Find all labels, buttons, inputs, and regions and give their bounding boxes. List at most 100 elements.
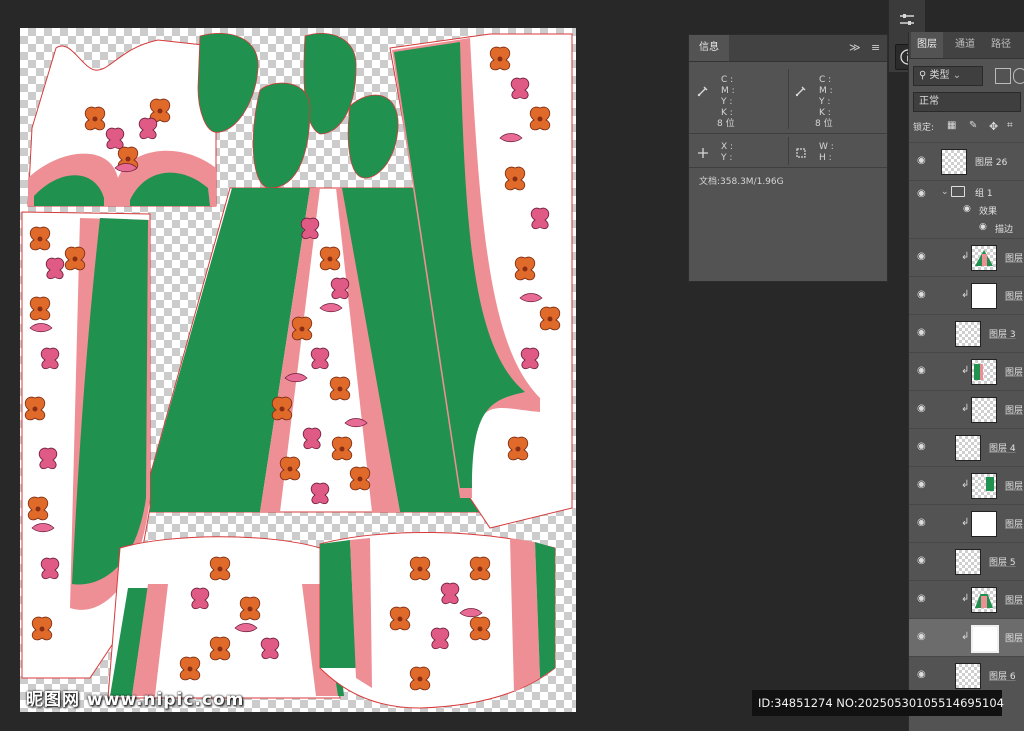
cmyk-y-label-2: Y :	[819, 97, 831, 107]
layer-thumbnail	[971, 511, 997, 537]
layer-thumbnail	[955, 435, 981, 461]
layer-name: 图层	[1005, 634, 1024, 644]
layer-row[interactable]: ◉ ↲ 图层	[909, 504, 1024, 542]
layer-name: 图层	[1005, 254, 1024, 264]
x-label: X :	[721, 142, 734, 152]
layer-name: 图层	[1005, 368, 1024, 378]
panel-menu-icon[interactable]: ≡	[871, 41, 880, 54]
eye-icon[interactable]: ◉	[917, 556, 929, 566]
tab-channels[interactable]: 通道	[955, 32, 975, 58]
layer-name: 图层	[1005, 406, 1024, 416]
layer-row[interactable]: ◉ ↲ 图层	[909, 238, 1024, 276]
eye-icon[interactable]: ◉	[917, 252, 929, 262]
eye-icon[interactable]: ◉	[917, 189, 929, 199]
tab-info[interactable]: 信息	[689, 35, 729, 61]
cmyk-k-label: K :	[721, 108, 733, 118]
watermark-text: 昵图网 www.nipic.com	[26, 690, 245, 710]
layer-thumbnail	[971, 397, 997, 423]
info-panel: 信息 ≫ ≡ C : M : Y : K : 8 位 C : M : Y : K…	[688, 34, 888, 282]
eyedropper-icon	[697, 85, 709, 100]
tab-layers[interactable]: 图层	[911, 32, 943, 58]
layer-row[interactable]: ◉ ↲ 图层	[909, 466, 1024, 504]
lock-transparent-icon[interactable]: ▦	[947, 120, 956, 131]
eye-icon[interactable]: ◉	[917, 156, 929, 166]
clip-arrow-icon: ↲	[961, 403, 970, 414]
eye-icon[interactable]: ◉	[917, 290, 929, 300]
layer-row[interactable]: ◉ 图层 3	[909, 314, 1024, 352]
document-canvas[interactable]: 昵图网 www.nipic.com	[20, 28, 576, 712]
lock-position-icon[interactable]: ✥	[989, 120, 998, 133]
eye-icon[interactable]: ◉	[963, 204, 971, 214]
filter-pixel-icon[interactable]	[995, 68, 1011, 84]
blend-mode-value: 正常	[919, 96, 939, 107]
layer-thumbnail	[971, 283, 997, 309]
layer-row[interactable]: ◉ ↲ 图层	[909, 580, 1024, 618]
eye-icon[interactable]: ◉	[917, 518, 929, 528]
blend-mode-select[interactable]: 正常	[913, 92, 1021, 112]
tab-paths[interactable]: 路径	[991, 32, 1011, 58]
layer-name: 图层	[1005, 520, 1024, 530]
y-label: Y :	[721, 153, 733, 163]
group-name: 组 1	[975, 189, 993, 199]
layers-panel: 图层 通道 路径 ⚲ 类型 ⌄ 正常 锁定: ▦ ✎ ✥ ⌗ ◉ 图层 26 ◉…	[908, 32, 1024, 731]
adjust-icon[interactable]	[895, 8, 919, 32]
layer-thumbnail	[971, 473, 997, 499]
layer-thumbnail	[971, 625, 999, 653]
eye-icon[interactable]: ◉	[917, 670, 929, 680]
eye-icon[interactable]: ◉	[917, 594, 929, 604]
eye-icon[interactable]: ◉	[917, 442, 929, 452]
eye-icon[interactable]: ◉	[917, 366, 929, 376]
layer-row[interactable]: ◉ 图层 5	[909, 542, 1024, 580]
layer-thumbnail	[971, 359, 997, 385]
layer-thumbnail	[955, 321, 981, 347]
divider	[788, 137, 789, 165]
pattern-pieces	[21, 32, 573, 709]
layer-row[interactable]: ◉ ↲ 图层	[909, 390, 1024, 428]
divider	[788, 69, 789, 129]
layer-row[interactable]: ◉ 图层 6	[909, 656, 1024, 694]
chevron-down-icon[interactable]: ⌄	[941, 187, 949, 197]
layer-row-selected[interactable]: ◉ ↲ 图层	[909, 618, 1024, 656]
eye-icon[interactable]: ◉	[917, 328, 929, 338]
cmyk-m-label: M :	[721, 86, 735, 96]
layer-name: 图层 4	[989, 444, 1016, 454]
divider	[689, 167, 887, 168]
effects-row[interactable]: ◉ 效果	[909, 202, 1024, 220]
clip-arrow-icon: ↲	[961, 517, 970, 528]
layer-thumbnail	[955, 549, 981, 575]
selection-size-icon	[795, 147, 807, 162]
lock-paint-icon[interactable]: ✎	[969, 120, 977, 131]
layer-thumbnail	[955, 663, 981, 689]
divider	[689, 133, 887, 134]
eye-icon[interactable]: ◉	[979, 222, 987, 232]
stroke-effect-row[interactable]: ◉ 描边	[909, 220, 1024, 238]
layer-filter-kind: 类型	[929, 70, 950, 81]
cmyk-k-label-2: K :	[819, 108, 831, 118]
image-id-strip: ID:34851274 NO:20250530105514695104	[752, 690, 1004, 716]
eye-icon[interactable]: ◉	[917, 480, 929, 490]
filter-adjustment-icon[interactable]	[1013, 68, 1024, 84]
layer-row[interactable]: ◉ ↲ 图层	[909, 352, 1024, 390]
layers-panel-tabbar: 图层 通道 路径	[909, 32, 1024, 59]
layer-name: 图层	[1005, 482, 1024, 492]
eye-icon[interactable]: ◉	[917, 404, 929, 414]
layer-filter-select[interactable]: ⚲ 类型 ⌄	[913, 66, 983, 86]
layer-name: 图层 5	[989, 558, 1016, 568]
layer-name: 图层 6	[989, 672, 1016, 682]
layer-row[interactable]: ◉ 图层 26	[909, 142, 1024, 180]
document-size-readout: 文档:358.3M/1.96G	[699, 177, 784, 187]
cmyk-m-label-2: M :	[819, 86, 833, 96]
clip-arrow-icon: ↲	[961, 631, 970, 642]
bit-depth-right: 8 位	[815, 119, 833, 129]
layer-row[interactable]: ◉ 图层 4	[909, 428, 1024, 466]
clip-arrow-icon: ↲	[961, 593, 970, 604]
eye-icon[interactable]: ◉	[917, 632, 929, 642]
layer-name: 图层	[1005, 292, 1024, 302]
layer-name: 图层 26	[975, 158, 1008, 168]
stroke-effect-label: 描边	[995, 225, 1014, 235]
layer-row[interactable]: ◉ ↲ 图层	[909, 276, 1024, 314]
lock-artboard-icon[interactable]: ⌗	[1007, 120, 1013, 131]
clip-arrow-icon: ↲	[961, 289, 970, 300]
expand-panel-icon[interactable]: ≫	[849, 41, 861, 54]
folder-icon	[951, 186, 965, 197]
